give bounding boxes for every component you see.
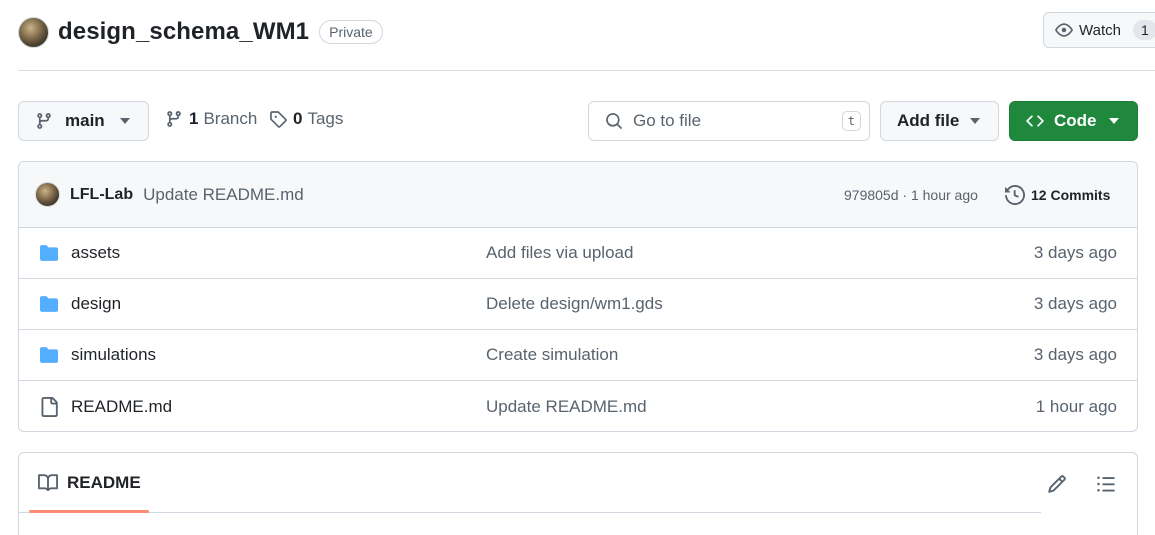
search-input[interactable] xyxy=(633,111,823,131)
chevron-down-icon xyxy=(1109,118,1119,124)
author-avatar[interactable] xyxy=(35,182,60,207)
commits-count-label: 12 Commits xyxy=(1031,186,1111,203)
readme-tab-divider xyxy=(19,512,1041,513)
code-label: Code xyxy=(1054,111,1097,130)
file-row: assets Add files via upload 3 days ago xyxy=(19,228,1137,279)
file-name[interactable]: assets xyxy=(71,243,120,263)
commit-message[interactable]: Update README.md xyxy=(143,185,304,205)
git-branch-icon xyxy=(35,112,53,130)
list-unordered-icon xyxy=(1096,474,1116,494)
add-file-button[interactable]: Add file xyxy=(880,101,999,141)
eye-icon xyxy=(1055,21,1073,39)
file-age: 3 days ago xyxy=(1033,243,1117,262)
file-icon xyxy=(39,396,59,417)
repo-header: design_schema_WM1 Private xyxy=(18,14,383,50)
visibility-badge: Private xyxy=(319,20,383,44)
readme-panel: README xyxy=(18,452,1138,535)
search-icon xyxy=(605,112,623,130)
commits-history-link[interactable]: 12 Commits xyxy=(1005,184,1111,205)
header-divider xyxy=(18,70,1155,71)
branch-selector[interactable]: main xyxy=(18,101,149,141)
folder-icon xyxy=(39,295,59,313)
file-commit-message[interactable]: Add files via upload xyxy=(486,243,633,263)
watch-button[interactable]: Watch 1 xyxy=(1043,12,1155,48)
folder-icon xyxy=(39,244,59,262)
book-icon xyxy=(38,473,58,493)
file-name[interactable]: simulations xyxy=(71,345,156,365)
file-listing: LFL-Lab Update README.md 979805d · 1 hou… xyxy=(18,161,1138,432)
branches-count: 1 xyxy=(189,109,199,128)
folder-icon xyxy=(39,346,59,364)
git-branch-icon xyxy=(165,110,183,128)
latest-commit-bar: LFL-Lab Update README.md 979805d · 1 hou… xyxy=(19,162,1137,228)
file-age: 1 hour ago xyxy=(1035,396,1117,416)
file-commit-message[interactable]: Delete design/wm1.gds xyxy=(486,294,663,314)
tag-icon xyxy=(269,110,287,128)
add-file-label: Add file xyxy=(897,111,960,130)
tags-label: Tags xyxy=(307,109,344,128)
file-name[interactable]: design xyxy=(71,294,121,314)
readme-tab[interactable]: README xyxy=(38,473,141,493)
file-age: 3 days ago xyxy=(1033,345,1117,364)
file-name[interactable]: README.md xyxy=(71,397,172,417)
owner-avatar[interactable] xyxy=(18,16,49,48)
code-button[interactable]: Code xyxy=(1009,101,1138,141)
tags-count: 0 xyxy=(293,109,303,128)
watch-count: 1 xyxy=(1132,20,1155,40)
chevron-down-icon xyxy=(970,118,980,124)
readme-tab-label: README xyxy=(67,473,141,492)
branches-label: Branch xyxy=(203,109,258,128)
search-shortcut-key: t xyxy=(841,111,861,131)
watch-label: Watch xyxy=(1079,21,1121,39)
outline-button[interactable] xyxy=(1095,473,1117,495)
tags-link[interactable]: 0 Tags xyxy=(269,109,343,129)
file-commit-message[interactable]: Update README.md xyxy=(486,397,647,417)
history-icon xyxy=(1005,184,1025,205)
file-commit-message[interactable]: Create simulation xyxy=(486,345,618,365)
file-row: simulations Create simulation 3 days ago xyxy=(19,330,1137,381)
code-icon xyxy=(1026,112,1044,130)
active-tab-underline xyxy=(29,510,149,513)
branch-name: main xyxy=(65,111,105,130)
file-age: 3 days ago xyxy=(1033,294,1117,313)
file-row: README.md Update README.md 1 hour ago xyxy=(19,381,1137,431)
chevron-down-icon xyxy=(120,118,130,124)
go-to-file-search[interactable]: t xyxy=(588,101,870,141)
pencil-icon xyxy=(1047,474,1067,494)
file-row: design Delete design/wm1.gds 3 days ago xyxy=(19,279,1137,330)
commit-author[interactable]: LFL-Lab xyxy=(70,186,133,204)
edit-readme-button[interactable] xyxy=(1046,473,1068,495)
branches-link[interactable]: 1 Branch xyxy=(165,109,257,129)
commit-hash-time[interactable]: 979805d · 1 hour ago xyxy=(844,187,978,203)
repo-name[interactable]: design_schema_WM1 xyxy=(58,18,309,46)
